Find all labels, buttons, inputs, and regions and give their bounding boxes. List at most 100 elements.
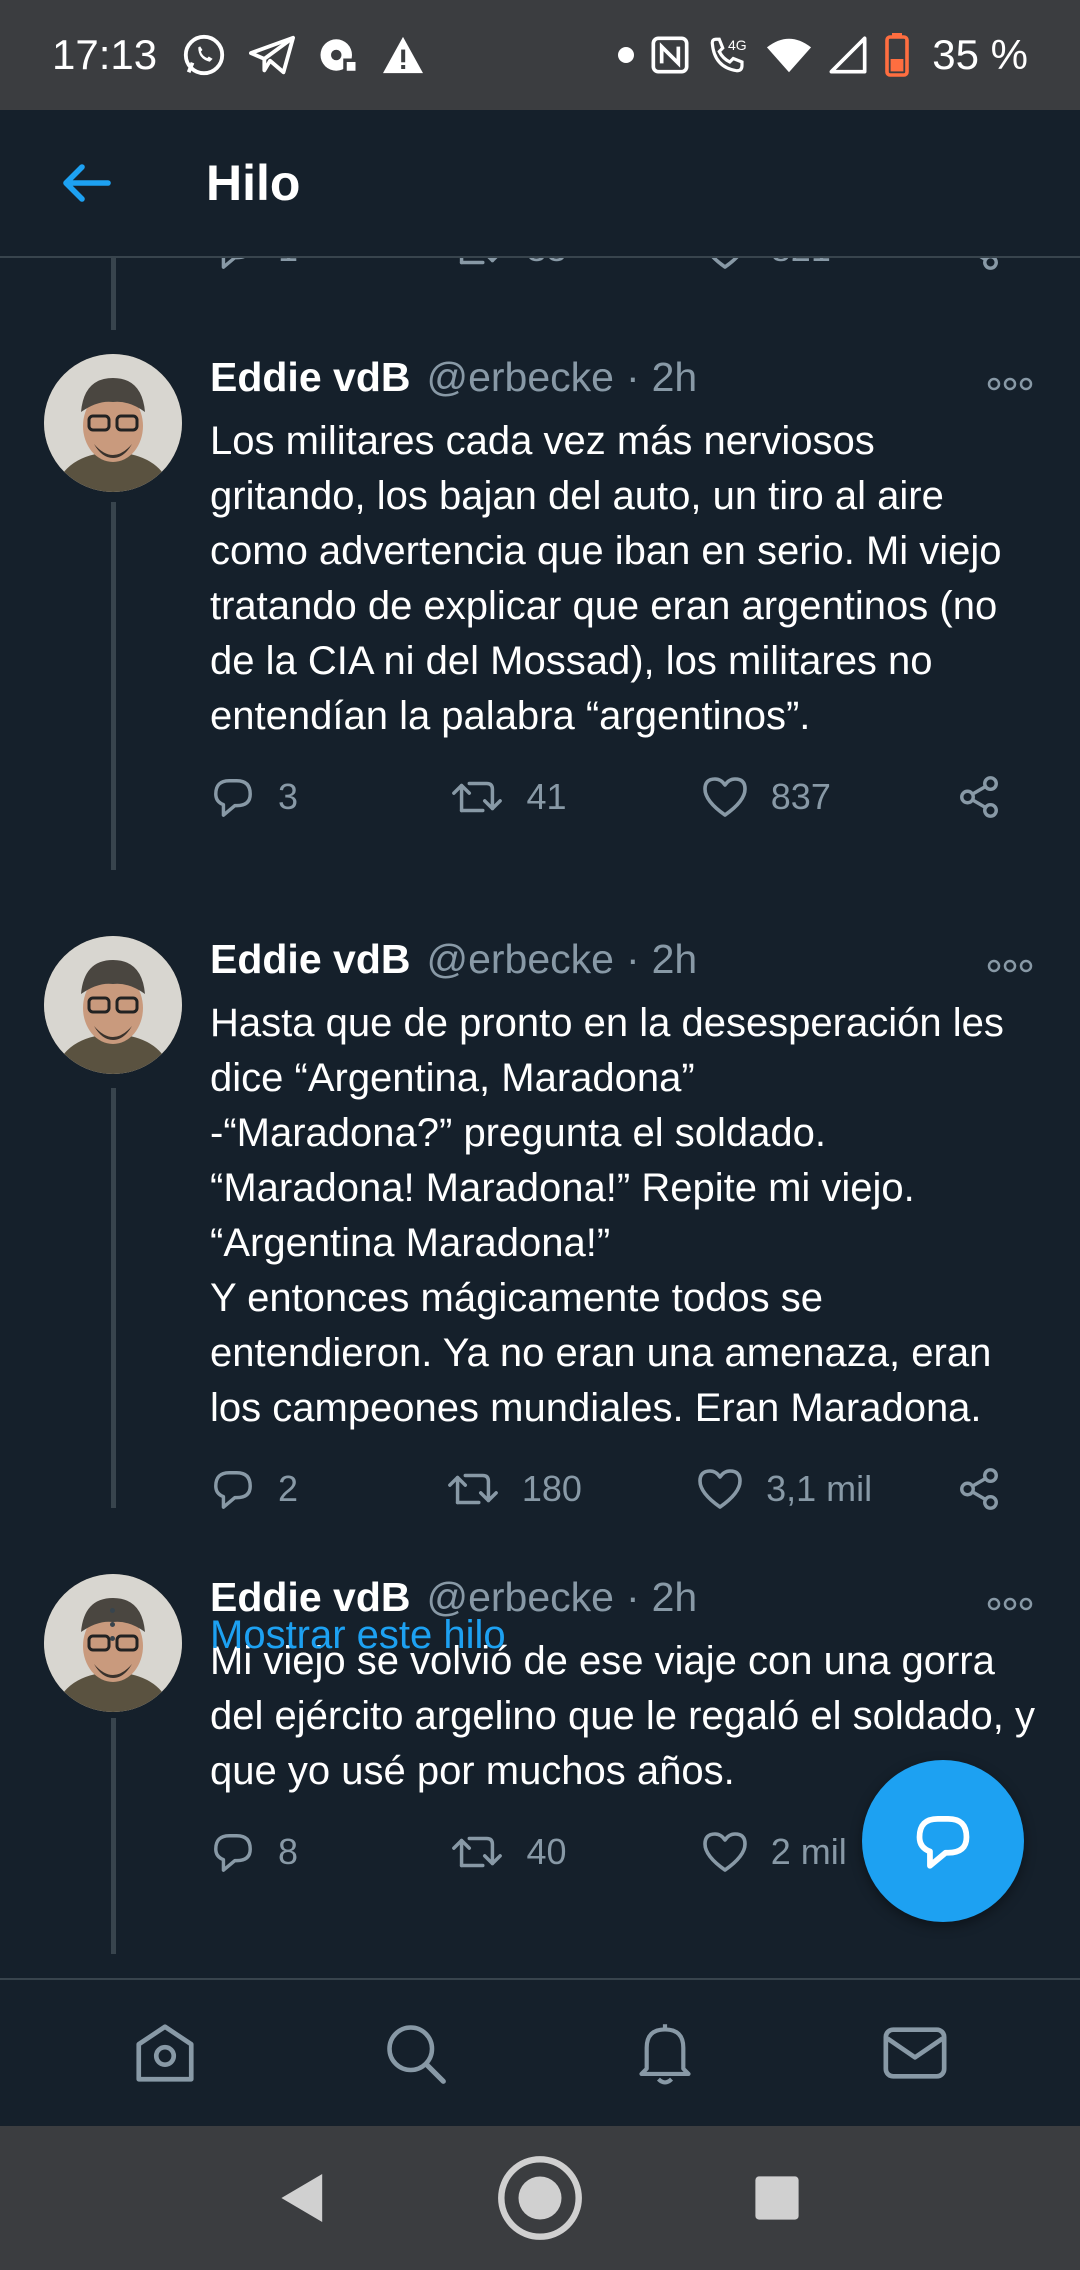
status-bar: 17:13 4G 35 % bbox=[0, 0, 1080, 110]
svg-text:4G: 4G bbox=[728, 37, 747, 53]
system-home-button[interactable] bbox=[497, 2155, 583, 2241]
arrow-left-icon bbox=[63, 164, 111, 202]
circle-home-icon bbox=[498, 2156, 582, 2240]
nav-notifications[interactable] bbox=[605, 1993, 725, 2113]
separator: · bbox=[625, 1574, 640, 1620]
heart-icon bbox=[702, 777, 747, 817]
retweet-icon bbox=[460, 258, 498, 265]
more-options-button[interactable] bbox=[980, 946, 1040, 986]
like-count: 837 bbox=[770, 776, 831, 817]
wifi-icon bbox=[766, 35, 812, 75]
reply-count: 2 bbox=[278, 1468, 299, 1509]
tweet-author-name[interactable]: Eddie vdB bbox=[210, 936, 410, 983]
heart-icon bbox=[702, 1832, 747, 1872]
bottom-navigation bbox=[0, 1978, 1080, 2126]
reply-button[interactable]: 1 bbox=[210, 258, 450, 271]
thread-feed[interactable]: 1 33 821 bbox=[0, 258, 1080, 1978]
show-thread-link[interactable]: Mostrar este hilo bbox=[210, 1613, 506, 1658]
share-button[interactable] bbox=[956, 258, 1002, 272]
signal-icon bbox=[828, 35, 868, 75]
battery-icon bbox=[884, 33, 910, 77]
compose-reply-button[interactable] bbox=[862, 1760, 1024, 1922]
like-count: 2 mil bbox=[770, 1831, 847, 1872]
retweet-count: 180 bbox=[521, 1468, 582, 1509]
status-time: 17:13 bbox=[52, 31, 158, 78]
reply-button[interactable]: 2 bbox=[210, 1467, 446, 1511]
app-header: Hilo bbox=[0, 110, 1080, 258]
reply-bubble-icon bbox=[916, 1815, 970, 1869]
volte-4g-icon: 4G bbox=[706, 34, 750, 76]
nav-home[interactable] bbox=[105, 1993, 225, 2113]
nav-search[interactable] bbox=[355, 1993, 475, 2113]
more-options-button[interactable] bbox=[980, 1584, 1040, 1624]
avatar[interactable] bbox=[44, 354, 182, 492]
messages-icon bbox=[883, 2027, 947, 2079]
thread-connector bbox=[111, 258, 116, 330]
like-button[interactable]: 821 bbox=[701, 258, 956, 271]
thread-dots bbox=[110, 1608, 116, 1650]
reply-count: 3 bbox=[278, 776, 299, 817]
share-icon bbox=[960, 1468, 998, 1510]
tweet-author-name[interactable]: Eddie vdB bbox=[210, 354, 410, 401]
tweet-actions: 2 180 3,1 mil bbox=[210, 1454, 1040, 1524]
more-options-button[interactable] bbox=[980, 364, 1040, 404]
notifications-icon bbox=[639, 2024, 691, 2085]
tweet-author-handle: @erbecke bbox=[426, 354, 614, 400]
reply-button[interactable]: 8 bbox=[210, 1830, 450, 1874]
tweet-time: 2h bbox=[651, 936, 698, 982]
reply-icon bbox=[214, 779, 252, 817]
warning-icon bbox=[381, 35, 425, 75]
heart-icon bbox=[698, 1469, 742, 1509]
reply-icon bbox=[214, 1834, 252, 1872]
telegram-icon bbox=[249, 35, 296, 75]
retweet-button[interactable]: 40 bbox=[450, 1830, 700, 1874]
like-count: 3,1 mil bbox=[766, 1468, 873, 1509]
partial-tweet-actions: 1 33 821 bbox=[210, 258, 1040, 272]
retweet-icon bbox=[452, 781, 503, 813]
share-button[interactable] bbox=[956, 1466, 1002, 1512]
heart-icon bbox=[711, 258, 739, 269]
whatsapp-icon bbox=[181, 32, 227, 78]
thread-connector bbox=[111, 502, 116, 870]
retweet-button[interactable]: 33 bbox=[450, 258, 700, 271]
triangle-back-icon bbox=[281, 2174, 323, 2222]
battery-percentage: 35 % bbox=[932, 31, 1028, 78]
tweet-author-handle: @erbecke bbox=[426, 936, 614, 982]
like-button[interactable]: 837 bbox=[701, 775, 956, 819]
share-button[interactable] bbox=[956, 774, 1002, 820]
avatar[interactable] bbox=[44, 936, 182, 1074]
system-navigation-bar bbox=[0, 2126, 1080, 2270]
share-icon bbox=[979, 258, 998, 270]
separator: · bbox=[625, 936, 640, 982]
home-icon bbox=[136, 2024, 194, 2082]
search-icon bbox=[387, 2025, 446, 2084]
share-icon bbox=[960, 776, 998, 818]
system-recents-button[interactable] bbox=[753, 2174, 801, 2222]
thread-connector bbox=[111, 1718, 116, 1954]
retweet-count: 40 bbox=[526, 1831, 567, 1872]
reply-count: 8 bbox=[278, 1831, 299, 1872]
retweet-count: 41 bbox=[526, 776, 567, 817]
reply-icon bbox=[221, 258, 245, 269]
reply-icon bbox=[214, 1471, 252, 1509]
more-options-icon bbox=[987, 377, 1033, 391]
dot-icon bbox=[618, 47, 635, 63]
square-recents-icon bbox=[755, 2176, 799, 2220]
tweet-text: Los militares cada vez más nerviosos gri… bbox=[210, 419, 1002, 738]
tweet-time: 2h bbox=[651, 354, 698, 400]
retweet-button[interactable]: 41 bbox=[450, 775, 700, 819]
more-options-icon bbox=[987, 1597, 1033, 1611]
system-back-button[interactable] bbox=[279, 2171, 327, 2225]
back-button[interactable] bbox=[42, 139, 130, 227]
more-options-icon bbox=[987, 959, 1033, 973]
separator: · bbox=[625, 354, 640, 400]
retweet-icon bbox=[452, 1836, 503, 1868]
reply-button[interactable]: 3 bbox=[210, 775, 450, 819]
tweet-text: Hasta que de pronto en la desesperación … bbox=[210, 1001, 1004, 1430]
retweet-button[interactable]: 180 bbox=[446, 1467, 696, 1511]
like-button[interactable]: 3,1 mil bbox=[696, 1467, 956, 1511]
nav-messages[interactable] bbox=[855, 1993, 975, 2113]
tweet-actions: 3 41 837 bbox=[210, 762, 1040, 832]
thread-connector bbox=[111, 1088, 116, 1508]
tweet-time: 2h bbox=[651, 1574, 698, 1620]
